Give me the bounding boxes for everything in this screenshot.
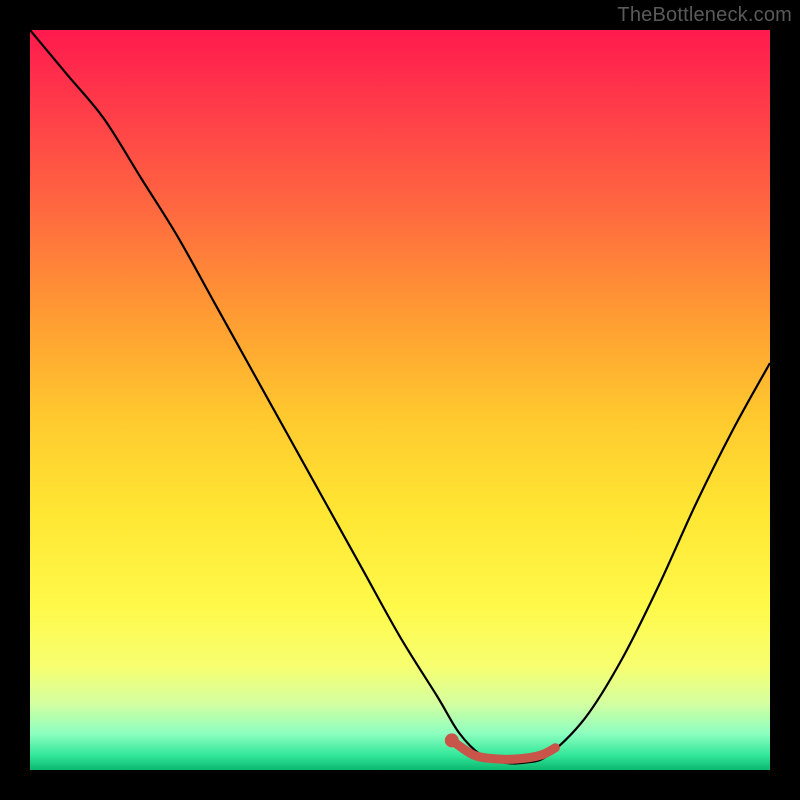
chart-overlay (30, 30, 770, 770)
bottleneck-curve-path (30, 30, 770, 764)
chart-frame: TheBottleneck.com (0, 0, 800, 800)
optimal-point-marker (445, 733, 459, 747)
watermark-text: TheBottleneck.com (617, 4, 792, 27)
plot-area (30, 30, 770, 770)
